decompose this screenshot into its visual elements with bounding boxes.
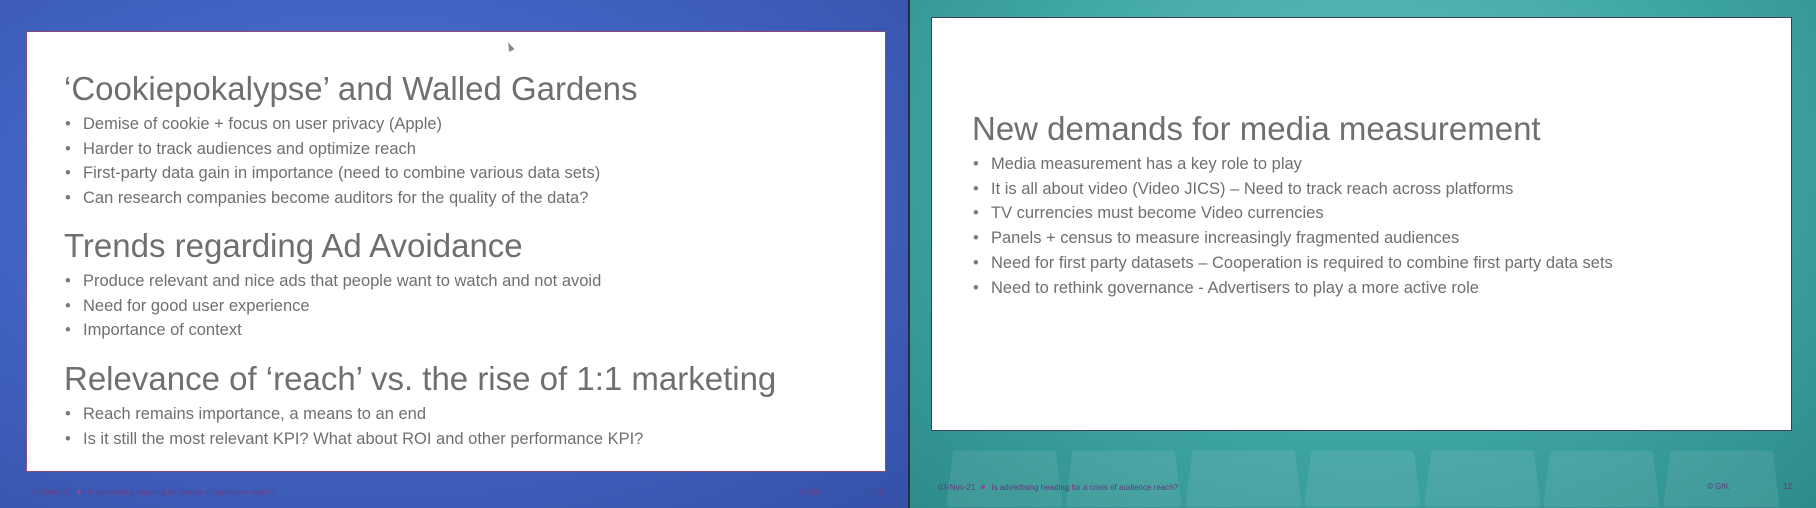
left-slide-pane[interactable]: ‘Cookiepokalypse’ and Walled Gardens Dem… [0, 0, 908, 508]
bullet-list: Media measurement has a key role to play… [972, 152, 1613, 300]
section-heading: Trends regarding Ad Avoidance [64, 227, 523, 264]
footer-date: 03-Nov-21 [938, 483, 976, 492]
bullet-item: Can research companies become auditors f… [64, 186, 638, 211]
left-slide-footer: 03-Nov-21 Is advertising heading for a cr… [34, 488, 274, 497]
right-slide-footer-right: © GfK 12 [1707, 482, 1792, 491]
bullet-item: Panels + census to measure increasingly … [972, 226, 1613, 251]
bullet-item: Harder to track audiences and optimize r… [64, 137, 638, 162]
footer-title: Is advertising heading for a crisis of a… [991, 483, 1179, 492]
bullet-item: It is all about video (Video JICS) – Nee… [972, 177, 1613, 202]
page-number: 12 [1783, 482, 1792, 491]
bullet-item: TV currencies must become Video currenci… [972, 201, 1613, 226]
bullet-item: Media measurement has a key role to play [972, 152, 1613, 177]
bullet-item: Need to rethink governance - Advertisers… [972, 276, 1613, 301]
bullet-item: Demise of cookie + focus on user privacy… [64, 112, 638, 137]
left-slide-card: ‘Cookiepokalypse’ and Walled Gardens Dem… [26, 31, 886, 472]
section-heading: Relevance of ‘reach’ vs. the rise of 1:1… [64, 360, 777, 397]
section-heading: New demands for media measurement [972, 110, 1541, 147]
bullet-item: Need for first party datasets – Cooperat… [972, 251, 1613, 276]
right-slide-footer: 03-Nov-21 Is advertising heading for a cr… [938, 483, 1178, 492]
background-tiles [910, 428, 1816, 508]
footer-title: Is advertising heading for a crisis of a… [87, 488, 275, 497]
bullet-list: Reach remains importance, a means to an … [64, 402, 776, 451]
section-heading: ‘Cookiepokalypse’ and Walled Gardens [64, 70, 638, 107]
footer-copyright: © GfK [799, 488, 822, 497]
bullet-item: Is it still the most relevant KPI? What … [64, 427, 776, 452]
footer-date: 03-Nov-21 [34, 488, 72, 497]
bullet-item: Importance of context [64, 318, 601, 343]
bullet-item: Produce relevant and nice ads that peopl… [64, 269, 601, 294]
bullet-list: Produce relevant and nice ads that peopl… [64, 269, 601, 343]
left-slide-footer-right: © GfK 10 [799, 488, 884, 497]
footer-dot-icon [981, 485, 986, 490]
section-cookiepokalypse: ‘Cookiepokalypse’ and Walled Gardens Dem… [64, 72, 638, 211]
bullet-item: Need for good user experience [64, 294, 601, 319]
section-relevance-of-reach: Relevance of ‘reach’ vs. the rise of 1:1… [64, 362, 776, 451]
bullet-item: First-party data gain in importance (nee… [64, 161, 638, 186]
bullet-list: Demise of cookie + focus on user privacy… [64, 112, 638, 211]
page-number: 10 [875, 488, 884, 497]
bullet-item: Reach remains importance, a means to an … [64, 402, 776, 427]
section-media-measurement: New demands for media measurement Media … [972, 112, 1613, 300]
section-ad-avoidance: Trends regarding Ad Avoidance Produce re… [64, 229, 601, 343]
right-slide-card: New demands for media measurement Media … [931, 17, 1792, 431]
footer-copyright: © GfK [1707, 482, 1730, 491]
footer-dot-icon [77, 490, 82, 495]
right-slide-pane[interactable]: New demands for media measurement Media … [910, 0, 1816, 508]
